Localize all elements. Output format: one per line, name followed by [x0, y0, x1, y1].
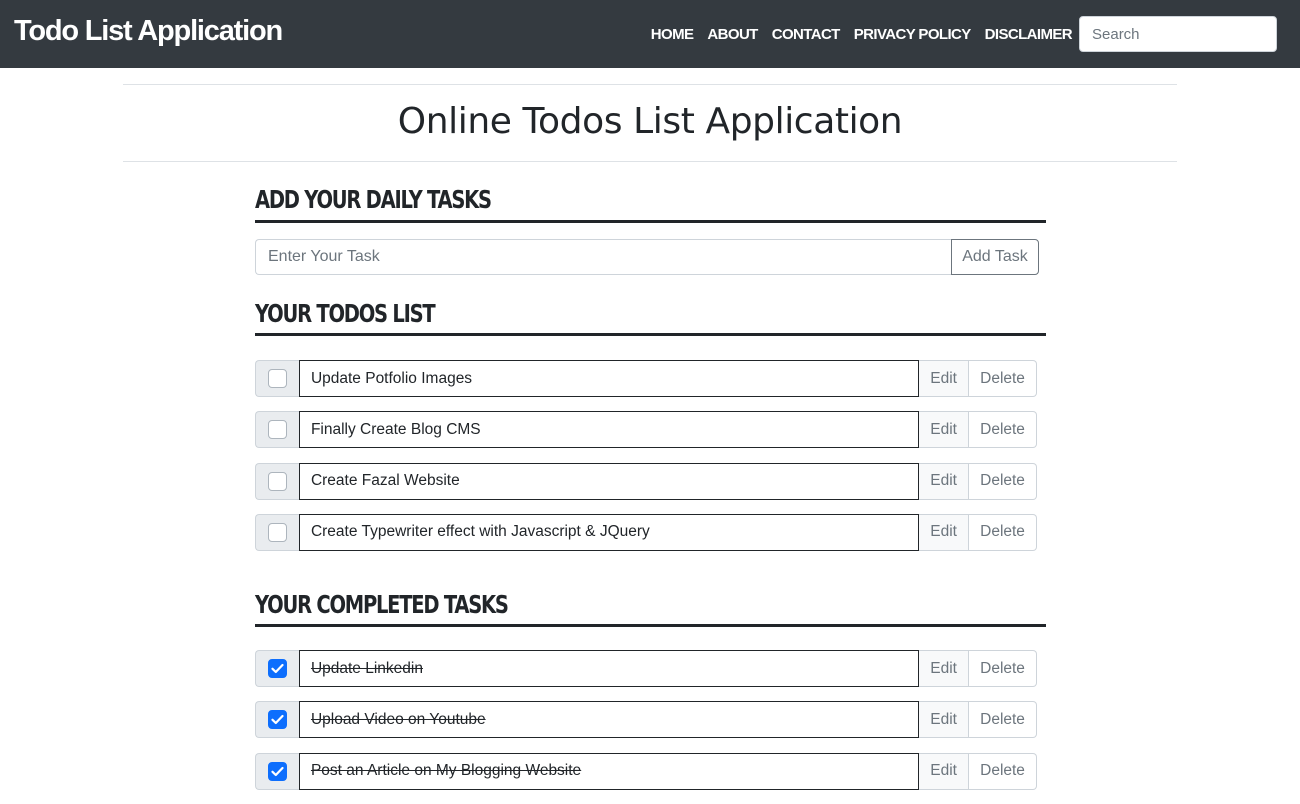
checkbox[interactable] [267, 420, 287, 440]
checked-checkbox[interactable] [267, 659, 287, 678]
checked-checkbox[interactable] [267, 761, 287, 781]
delete-button[interactable]: Delete [969, 701, 1037, 739]
search-input[interactable] [1079, 16, 1277, 52]
completed-task-row: Update Linkedin Edit Delete [255, 650, 1037, 687]
task-text: Create Fazal Website [310, 472, 460, 490]
delete-button[interactable]: Delete [969, 411, 1037, 449]
add-tasks-heading: ADD YOUR DAILY TASKS [255, 185, 492, 214]
checkbox-wrapper [255, 650, 299, 687]
nav-links: HOME ABOUT CONTACT PRIVACY POLICY DISCLA… [637, 0, 1073, 68]
delete-button[interactable]: Delete [969, 462, 1037, 500]
checked-checkbox[interactable] [267, 710, 287, 730]
todos-list-heading: YOUR TODOS LIST [255, 299, 436, 328]
completed-tasks-heading: YOUR COMPLETED TASKS [255, 590, 509, 619]
checkbox-wrapper [255, 513, 299, 551]
edit-button[interactable]: Edit [919, 462, 970, 500]
completed-tasks-underline [255, 624, 1046, 627]
checkbox[interactable] [267, 369, 287, 388]
task-text: Update Potfolio Images [310, 369, 473, 387]
edit-button[interactable]: Edit [919, 513, 970, 551]
delete-button[interactable]: Delete [969, 360, 1037, 397]
todo-row: Finally Create Blog CMS Edit Delete [255, 411, 1037, 449]
delete-button[interactable]: Delete [969, 513, 1037, 551]
delete-button[interactable]: Delete [969, 752, 1037, 790]
todo-row: Create Typewriter effect with Javascript… [255, 513, 1037, 551]
task-text-field[interactable]: Create Typewriter effect with Javascript… [298, 513, 920, 551]
nav-link-about[interactable]: ABOUT [707, 26, 758, 43]
add-tasks-underline [255, 220, 1046, 223]
nav-link-home[interactable]: HOME [651, 26, 694, 43]
check-icon [271, 715, 284, 725]
todos-list-underline [255, 333, 1046, 336]
delete-button[interactable]: Delete [969, 650, 1037, 687]
check-icon [271, 663, 284, 674]
title-bottom-divider [123, 161, 1177, 162]
checkbox-wrapper [255, 411, 299, 449]
checkbox[interactable] [267, 471, 287, 491]
top-navbar: Todo List Application HOME ABOUT CONTACT… [0, 0, 1300, 68]
task-text-field[interactable]: Finally Create Blog CMS [298, 411, 920, 449]
task-text: Finally Create Blog CMS [310, 420, 481, 438]
task-text: Create Typewriter effect with Javascript… [310, 523, 650, 541]
todo-row: Update Potfolio Images Edit Delete [255, 360, 1037, 397]
edit-button[interactable]: Edit [919, 411, 970, 449]
nav-link-disclaimer[interactable]: DISCLAIMER [985, 26, 1073, 43]
task-text-field[interactable]: Post an Article on My Blogging Website [298, 752, 920, 790]
add-task-button[interactable]: Add Task [951, 239, 1039, 275]
task-text-field[interactable]: Update Linkedin [298, 650, 920, 687]
task-text-field[interactable]: Update Potfolio Images [298, 360, 920, 397]
task-text: Upload Video on Youtube [310, 710, 486, 728]
edit-button[interactable]: Edit [919, 360, 970, 397]
nav-link-privacy-policy[interactable]: PRIVACY POLICY [854, 26, 972, 43]
task-input[interactable] [255, 239, 952, 275]
checkbox-wrapper [255, 701, 299, 739]
checkbox-wrapper [255, 360, 299, 397]
edit-button[interactable]: Edit [919, 650, 970, 687]
task-text-field[interactable]: Upload Video on Youtube [298, 701, 920, 739]
task-text: Post an Article on My Blogging Website [310, 762, 582, 780]
task-text: Update Linkedin [310, 659, 423, 677]
edit-button[interactable]: Edit [919, 752, 970, 790]
completed-task-row: Upload Video on Youtube Edit Delete [255, 701, 1037, 739]
edit-button[interactable]: Edit [919, 701, 970, 739]
checkbox-wrapper [255, 752, 299, 790]
checkbox-wrapper [255, 462, 299, 500]
completed-task-row: Post an Article on My Blogging Website Ed… [255, 752, 1037, 790]
page-title: Online Todos List Application [397, 101, 903, 142]
nav-link-contact[interactable]: CONTACT [772, 26, 841, 43]
checkbox[interactable] [267, 522, 287, 542]
todo-row: Create Fazal Website Edit Delete [255, 462, 1037, 500]
title-top-divider [123, 84, 1177, 85]
task-text-field[interactable]: Create Fazal Website [298, 462, 920, 500]
check-icon [271, 766, 284, 776]
brand-logo-text[interactable]: Todo List Application [14, 11, 283, 51]
